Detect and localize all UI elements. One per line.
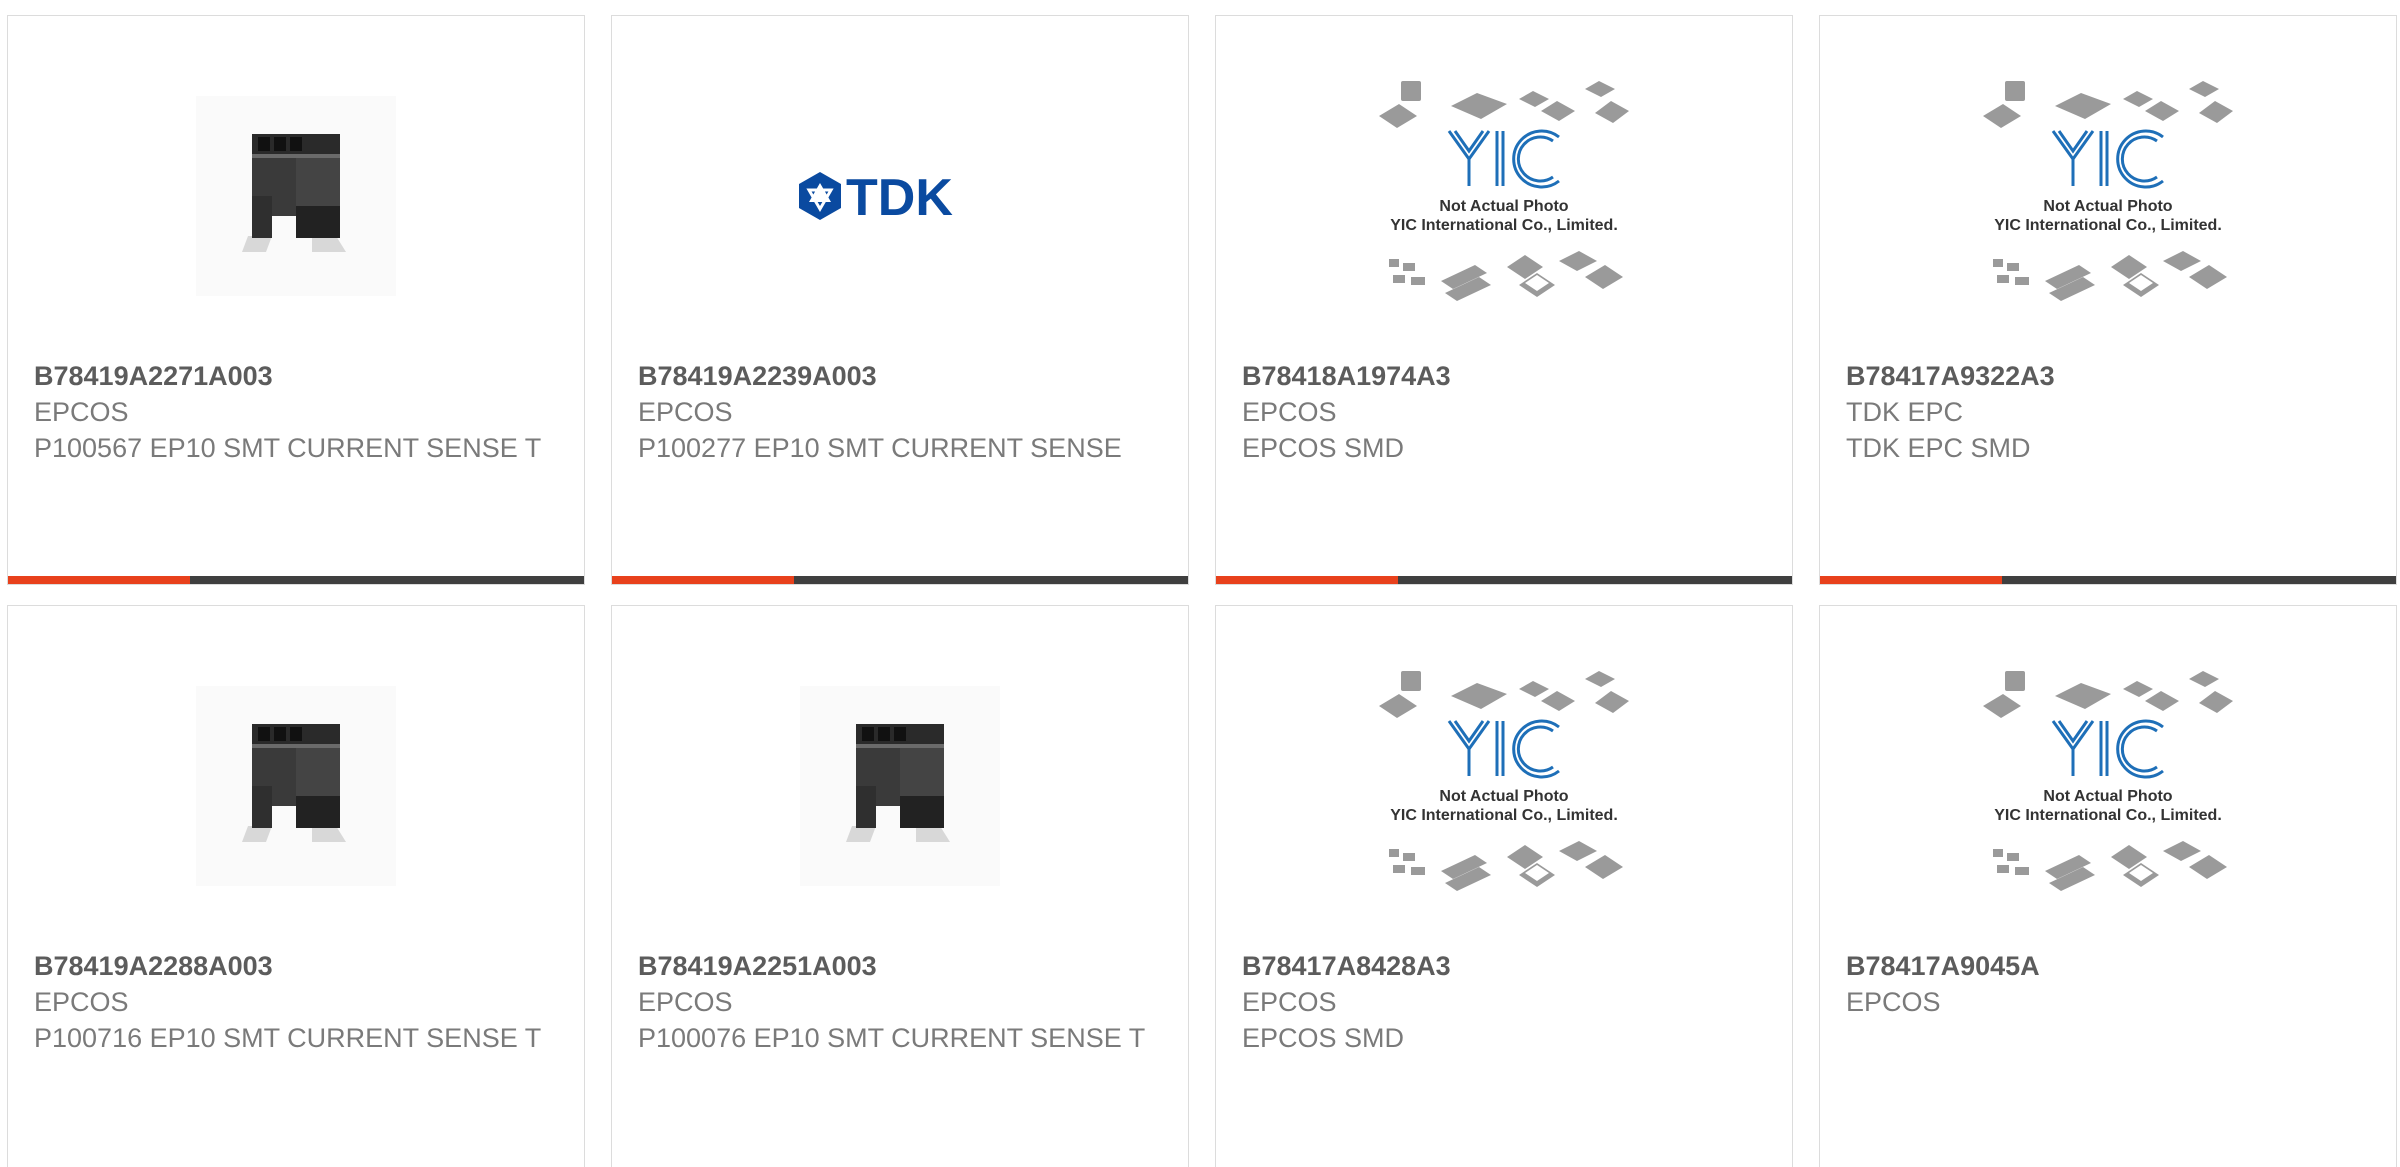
placeholder-line1: Not Actual Photo xyxy=(2043,198,2172,215)
placeholder-line2: YIC International Co., Limited. xyxy=(1994,217,2222,234)
product-thumbnail[interactable]: Not Actual Photo YIC International Co., … xyxy=(1820,56,2396,336)
product-info: B78417A9322A3 TDK EPC TDK EPC SMD xyxy=(1846,358,2356,466)
product-image-component-photo[interactable] xyxy=(196,686,396,886)
description: P100716 EP10 SMT CURRENT SENSE T xyxy=(34,1023,542,1053)
description: P100567 EP10 SMT CURRENT SENSE T xyxy=(34,433,542,463)
product-card[interactable]: Not Actual Photo YIC International Co., … xyxy=(1215,15,1793,585)
placeholder-line2: YIC International Co., Limited. xyxy=(1994,807,2222,824)
part-number[interactable]: B78419A2271A003 xyxy=(34,358,544,394)
product-image-component-photo[interactable] xyxy=(196,96,396,296)
product-image-yic-placeholder[interactable]: Not Actual Photo YIC International Co., … xyxy=(1963,71,2253,321)
card-accent-bar xyxy=(1820,576,2002,584)
product-image-tdk-logo[interactable]: TDK xyxy=(790,161,1010,231)
product-info: B78419A2251A003 EPCOS P100076 EP10 SMT CUR… xyxy=(638,948,1148,1056)
product-info: B78417A9045A EPCOS xyxy=(1846,948,2356,1020)
part-number[interactable]: B78418A1974A3 xyxy=(1242,358,1752,394)
part-number[interactable]: B78419A2251A003 xyxy=(638,948,1148,984)
description: EPCOS SMD xyxy=(1242,433,1405,463)
part-number[interactable]: B78417A9322A3 xyxy=(1846,358,2356,394)
product-info: B78419A2239A003 EPCOS P100277 EP10 SMT CUR… xyxy=(638,358,1148,466)
product-image-yic-placeholder[interactable]: Not Actual Photo YIC International Co., … xyxy=(1359,661,1649,911)
manufacturer: EPCOS xyxy=(638,397,733,427)
placeholder-line1: Not Actual Photo xyxy=(1439,198,1568,215)
manufacturer: TDK EPC xyxy=(1846,397,1964,427)
card-accent-bar xyxy=(612,576,794,584)
manufacturer: EPCOS xyxy=(1846,987,1941,1017)
product-thumbnail[interactable] xyxy=(612,646,1188,926)
manufacturer: EPCOS xyxy=(34,987,129,1017)
product-card[interactable]: B78419A2251A003 EPCOS P100076 EP10 SMT CUR… xyxy=(611,605,1189,1167)
part-number[interactable]: B78417A9045A xyxy=(1846,948,2356,984)
description: TDK EPC SMD xyxy=(1846,433,2031,463)
card-hover-bar xyxy=(1820,576,2396,584)
placeholder-line2: YIC International Co., Limited. xyxy=(1390,807,1618,824)
manufacturer: EPCOS xyxy=(34,397,129,427)
product-grid: B78419A2271A003 EPCOS P100567 EP10 SMT CUR… xyxy=(0,0,2400,1167)
tdk-logo-text: TDK xyxy=(846,169,953,227)
product-thumbnail[interactable]: Not Actual Photo YIC International Co., … xyxy=(1820,646,2396,926)
product-card[interactable]: Not Actual Photo YIC International Co., … xyxy=(1819,15,2397,585)
manufacturer: EPCOS xyxy=(1242,987,1337,1017)
product-card[interactable]: Not Actual Photo YIC International Co., … xyxy=(1215,605,1793,1167)
product-image-yic-placeholder[interactable]: Not Actual Photo YIC International Co., … xyxy=(1963,661,2253,911)
placeholder-line2: YIC International Co., Limited. xyxy=(1390,217,1618,234)
tdk-emblem-icon xyxy=(799,172,841,220)
product-image-component-photo[interactable] xyxy=(800,686,1000,886)
card-hover-bar xyxy=(8,576,584,584)
card-accent-bar xyxy=(8,576,190,584)
card-hover-bar xyxy=(612,576,1188,584)
product-thumbnail[interactable]: Not Actual Photo YIC International Co., … xyxy=(1216,56,1792,336)
part-number[interactable]: B78419A2288A003 xyxy=(34,948,544,984)
description: P100277 EP10 SMT CURRENT SENSE xyxy=(638,433,1122,463)
product-thumbnail[interactable] xyxy=(8,646,584,926)
product-info: B78418A1974A3 EPCOS EPCOS SMD xyxy=(1242,358,1752,466)
description: P100076 EP10 SMT CURRENT SENSE T xyxy=(638,1023,1146,1053)
part-number[interactable]: B78419A2239A003 xyxy=(638,358,1148,394)
part-number[interactable]: B78417A8428A3 xyxy=(1242,948,1752,984)
product-thumbnail[interactable]: TDK xyxy=(612,56,1188,336)
placeholder-line1: Not Actual Photo xyxy=(2043,788,2172,805)
product-info: B78419A2288A003 EPCOS P100716 EP10 SMT CUR… xyxy=(34,948,544,1056)
card-accent-bar xyxy=(1216,576,1398,584)
product-card[interactable]: Not Actual Photo YIC International Co., … xyxy=(1819,605,2397,1167)
product-card[interactable]: TDK B78419A2239A003 EPCOS P100277 EP10 SMT… xyxy=(611,15,1189,585)
manufacturer: EPCOS xyxy=(1242,397,1337,427)
product-card[interactable]: B78419A2288A003 EPCOS P100716 EP10 SMT CUR… xyxy=(7,605,585,1167)
product-image-yic-placeholder[interactable]: Not Actual Photo YIC International Co., … xyxy=(1359,71,1649,321)
product-thumbnail[interactable] xyxy=(8,56,584,336)
description: EPCOS SMD xyxy=(1242,1023,1405,1053)
manufacturer: EPCOS xyxy=(638,987,733,1017)
card-hover-bar xyxy=(1216,576,1792,584)
placeholder-line1: Not Actual Photo xyxy=(1439,788,1568,805)
product-info: B78417A8428A3 EPCOS EPCOS SMD xyxy=(1242,948,1752,1056)
product-info: B78419A2271A003 EPCOS P100567 EP10 SMT CUR… xyxy=(34,358,544,466)
product-thumbnail[interactable]: Not Actual Photo YIC International Co., … xyxy=(1216,646,1792,926)
product-card[interactable]: B78419A2271A003 EPCOS P100567 EP10 SMT CUR… xyxy=(7,15,585,585)
